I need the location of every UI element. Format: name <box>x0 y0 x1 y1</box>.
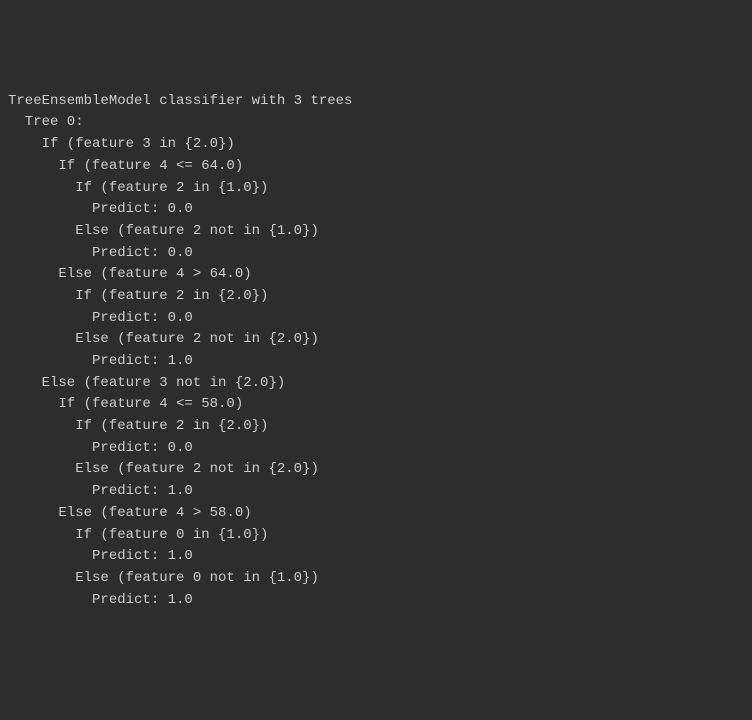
console-line: Predict: 0.0 <box>8 243 744 265</box>
console-line: TreeEnsembleModel classifier with 3 tree… <box>8 91 744 113</box>
console-line: Predict: 0.0 <box>8 308 744 330</box>
console-line: Predict: 1.0 <box>8 546 744 568</box>
console-line: Else (feature 4 > 58.0) <box>8 503 744 525</box>
console-line: Else (feature 3 not in {2.0}) <box>8 373 744 395</box>
console-line: Predict: 1.0 <box>8 351 744 373</box>
console-line: Predict: 0.0 <box>8 199 744 221</box>
console-line: Predict: 1.0 <box>8 481 744 503</box>
console-line: Else (feature 0 not in {1.0}) <box>8 568 744 590</box>
console-line: If (feature 4 <= 64.0) <box>8 156 744 178</box>
console-line: Predict: 1.0 <box>8 590 744 612</box>
console-output: TreeEnsembleModel classifier with 3 tree… <box>8 91 744 612</box>
console-line: If (feature 3 in {2.0}) <box>8 134 744 156</box>
console-line: Else (feature 2 not in {1.0}) <box>8 221 744 243</box>
console-line: If (feature 4 <= 58.0) <box>8 394 744 416</box>
console-line: If (feature 2 in {2.0}) <box>8 286 744 308</box>
console-line: Predict: 0.0 <box>8 438 744 460</box>
console-line: If (feature 0 in {1.0}) <box>8 525 744 547</box>
console-line: Else (feature 2 not in {2.0}) <box>8 459 744 481</box>
console-line: If (feature 2 in {1.0}) <box>8 178 744 200</box>
console-line: Else (feature 2 not in {2.0}) <box>8 329 744 351</box>
console-line: If (feature 2 in {2.0}) <box>8 416 744 438</box>
console-line: Tree 0: <box>8 112 744 134</box>
console-line: Else (feature 4 > 64.0) <box>8 264 744 286</box>
